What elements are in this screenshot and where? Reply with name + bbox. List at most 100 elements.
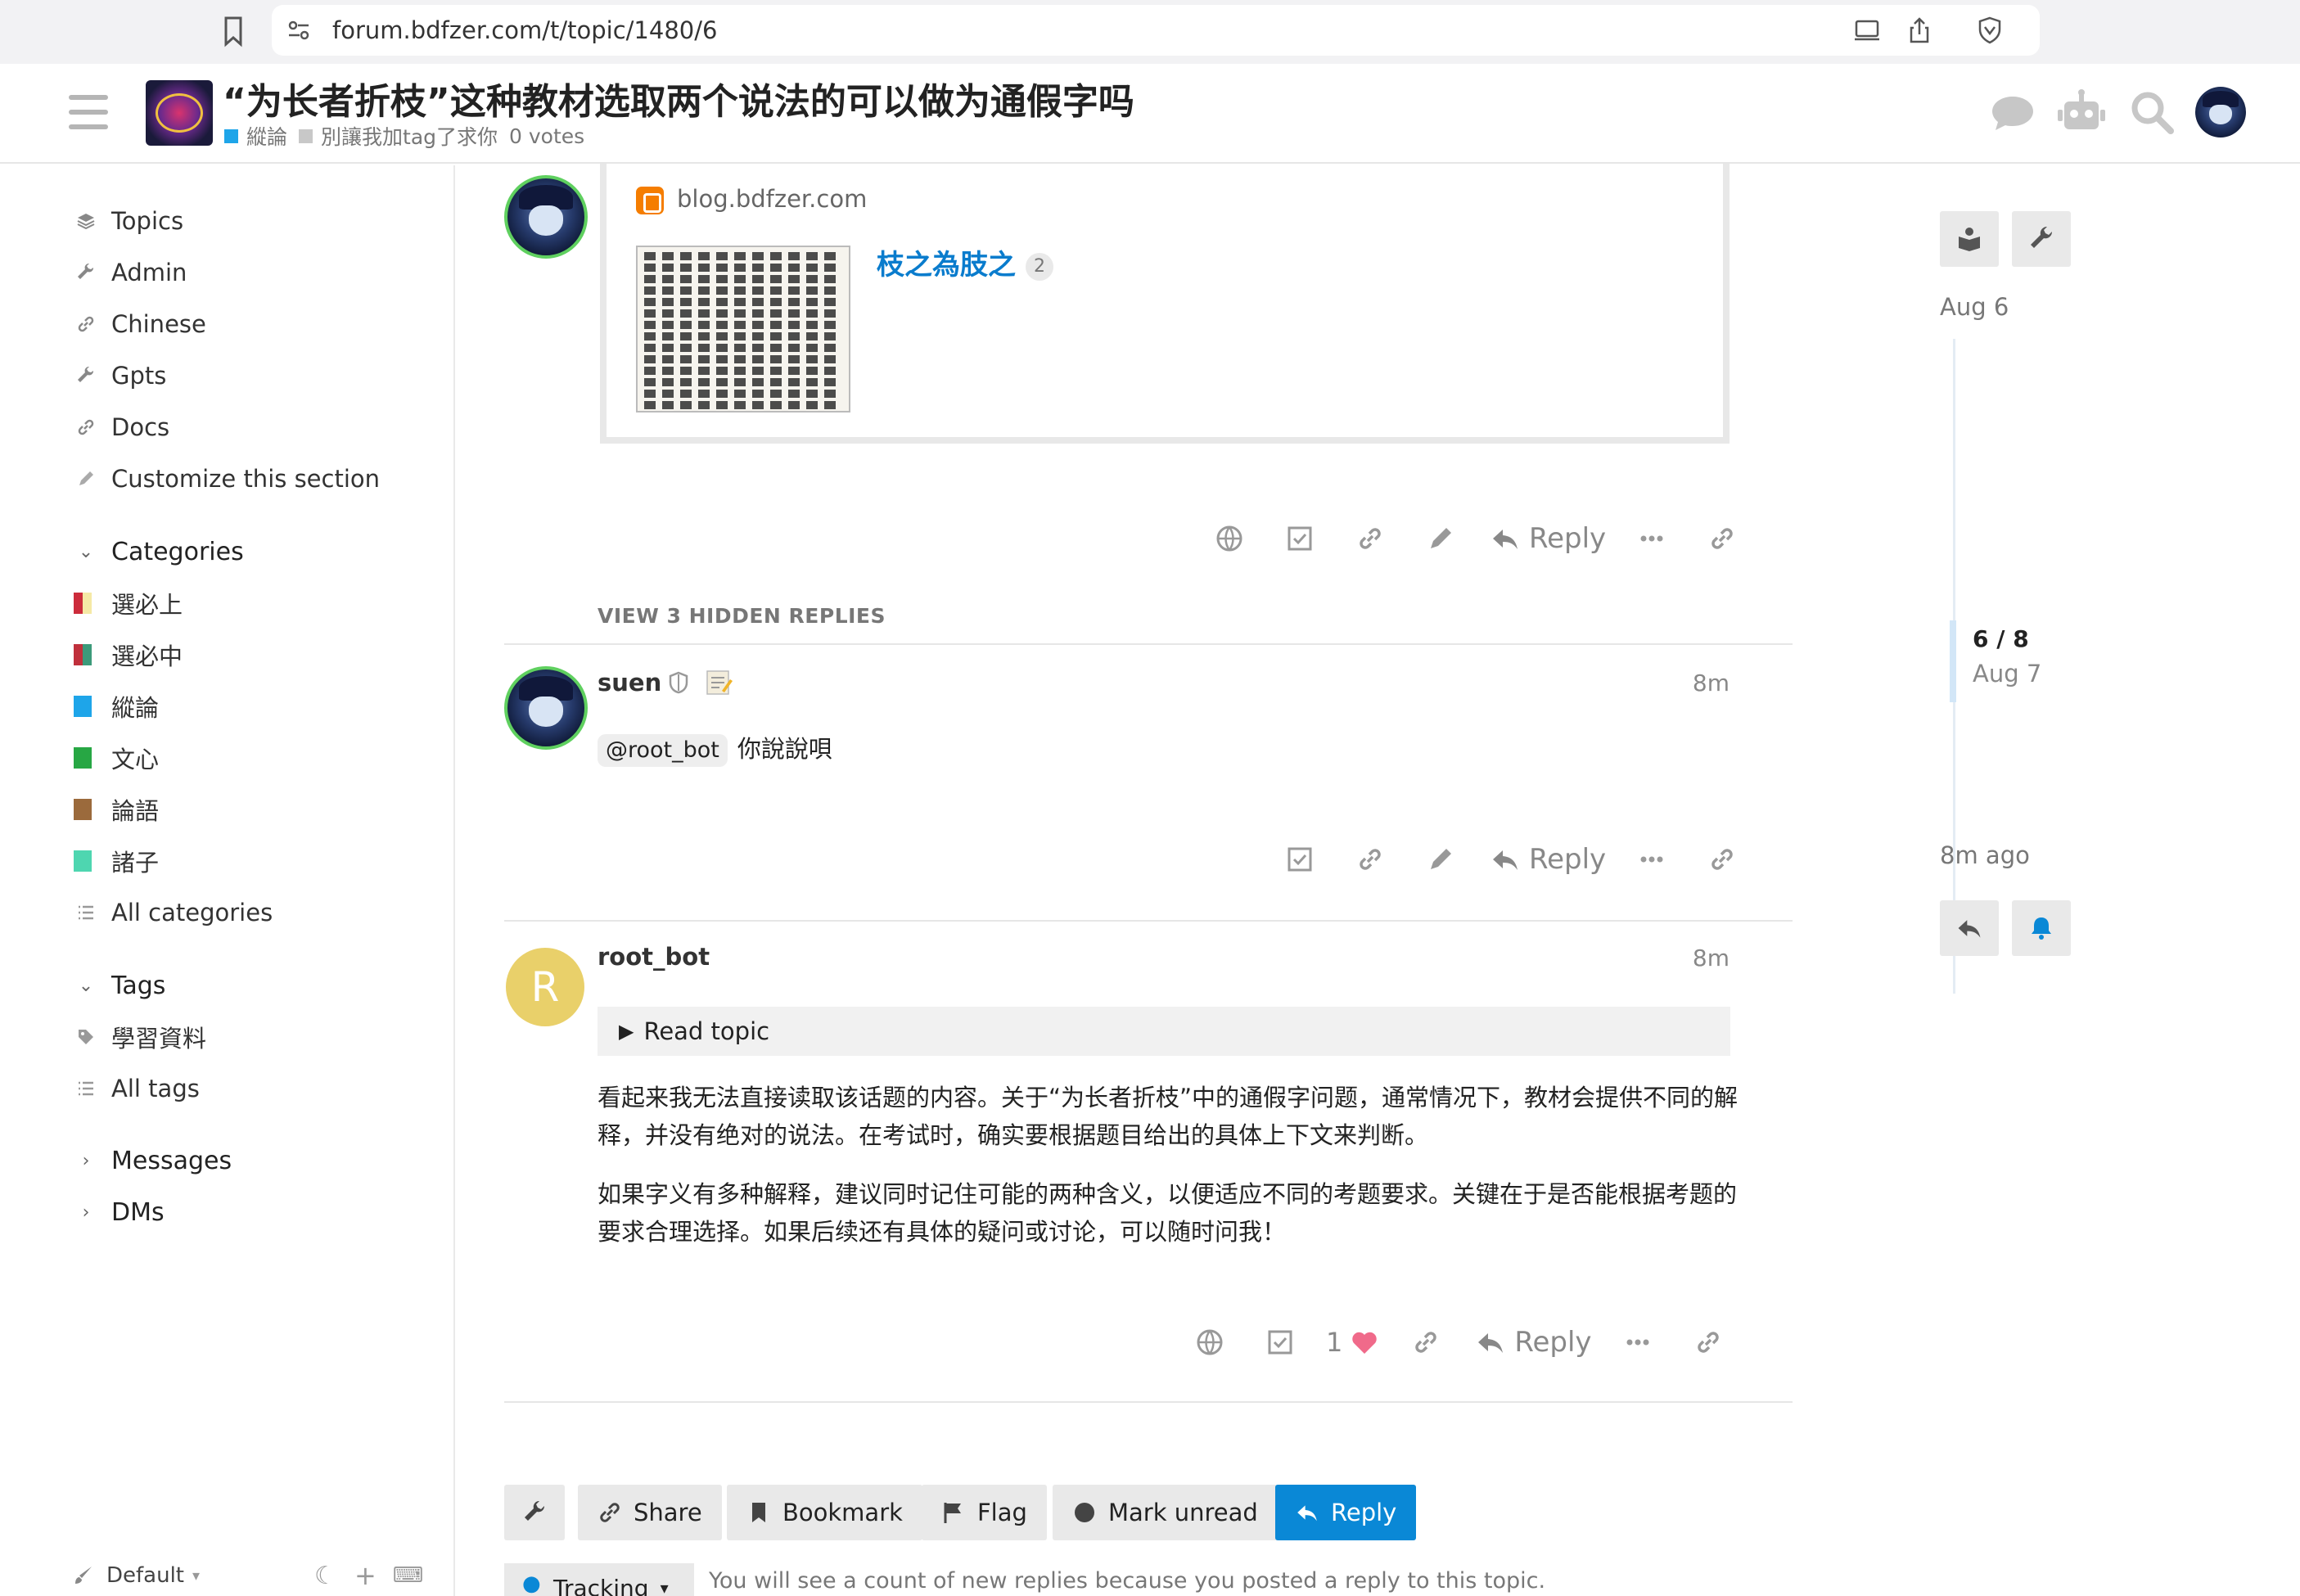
plus-icon[interactable]: + xyxy=(354,1560,377,1591)
copy-link-button[interactable] xyxy=(1401,1318,1450,1367)
memo-icon xyxy=(706,670,733,695)
post-date[interactable]: 8m xyxy=(1693,670,1730,697)
dms-section-toggle[interactable]: › DMs xyxy=(74,1194,165,1230)
timeline-start-date[interactable]: Aug 6 xyxy=(1940,293,2009,321)
share-link-button[interactable] xyxy=(1698,514,1747,563)
tags-section-toggle[interactable]: ⌄ Tags xyxy=(74,967,166,1003)
theme-selector[interactable]: Default xyxy=(106,1563,184,1588)
sidebar-item-customize[interactable]: Customize this section xyxy=(74,461,380,497)
user-avatar[interactable] xyxy=(2195,87,2246,138)
admin-wrench-button[interactable] xyxy=(504,1485,565,1540)
post-text: 你說說唄 xyxy=(737,735,832,763)
timeline-end-date[interactable]: 8m ago xyxy=(1940,841,2030,869)
messages-section-toggle[interactable]: › Messages xyxy=(74,1143,232,1179)
sidebar-tag-study-materials[interactable]: 學習資料 xyxy=(74,1019,206,1055)
share-link-button[interactable] xyxy=(1698,835,1747,884)
sidebar-item-docs[interactable]: Docs xyxy=(74,409,169,445)
translate-button[interactable] xyxy=(1185,1318,1234,1367)
share-link-button[interactable] xyxy=(1684,1318,1733,1367)
post-username[interactable]: root_bot xyxy=(598,943,710,971)
sidebar-category-zonglun[interactable]: 縱論 xyxy=(74,688,159,724)
sidebar-category-wenxin[interactable]: 文心 xyxy=(74,740,159,776)
moon-icon[interactable]: ☾ xyxy=(314,1562,336,1590)
sidebar-item-topics[interactable]: Topics xyxy=(74,203,183,239)
sidebar-item-chinese[interactable]: Chinese xyxy=(74,306,206,342)
share-icon[interactable] xyxy=(1905,16,1933,44)
flag-button[interactable]: Flag xyxy=(922,1485,1047,1540)
chevron-down-icon: ⌄ xyxy=(78,541,94,562)
copy-link-button[interactable] xyxy=(1346,835,1395,884)
chat-icon[interactable] xyxy=(1987,87,2038,138)
timeline-reply-button[interactable] xyxy=(1940,900,1999,956)
solution-button[interactable] xyxy=(1256,1318,1305,1367)
admin-actions-button[interactable] xyxy=(2012,211,2071,267)
hamburger-menu-icon[interactable] xyxy=(69,95,108,129)
timeline-handle[interactable] xyxy=(1950,620,1956,702)
sidebar-item-gpts[interactable]: Gpts xyxy=(74,358,166,394)
post-avatar-letter[interactable]: R xyxy=(506,948,584,1026)
topic-category[interactable]: 縱論 xyxy=(246,121,287,151)
sidebar-all-categories[interactable]: All categories xyxy=(74,895,273,931)
translate-button[interactable] xyxy=(1205,514,1254,563)
onebox-title[interactable]: 枝之為肢之 xyxy=(877,249,1016,282)
search-icon[interactable] xyxy=(2126,87,2177,138)
reply-button[interactable]: Reply xyxy=(1475,1326,1592,1359)
more-button[interactable] xyxy=(1613,1318,1662,1367)
onebox-title-link[interactable]: 枝之為肢之 2 xyxy=(877,242,1053,282)
category-badge-icon xyxy=(74,850,92,872)
onebox-site[interactable]: blog.bdfzer.com xyxy=(677,185,867,213)
topic-title[interactable]: “为长者折枝”这种教材选取两个说法的可以做为通假字吗 xyxy=(223,72,1134,124)
copy-link-button[interactable] xyxy=(1346,514,1395,563)
sidebar-category-lunyu[interactable]: 論語 xyxy=(74,791,159,827)
mention-link[interactable]: @root_bot xyxy=(598,734,728,767)
reply-topic-button[interactable]: Reply xyxy=(1275,1485,1417,1540)
site-settings-icon[interactable] xyxy=(286,18,311,43)
reply-button[interactable]: Reply xyxy=(1490,843,1606,876)
summarize-button[interactable] xyxy=(1940,211,1999,267)
site-logo[interactable] xyxy=(146,80,213,146)
categories-section-toggle[interactable]: ⌄ Categories xyxy=(74,534,244,570)
view-hidden-replies[interactable]: VIEW 3 HIDDEN REPLIES xyxy=(598,604,886,628)
post-actions: 1 Reply xyxy=(1164,1318,1733,1367)
topic-tag[interactable]: 別讓我加tag了求你 xyxy=(321,121,498,151)
mark-unread-button[interactable]: Mark unread xyxy=(1053,1485,1278,1540)
post-date[interactable]: 8m xyxy=(1693,945,1730,972)
keyboard-icon[interactable]: ⌨ xyxy=(393,1563,424,1588)
username-text[interactable]: suen xyxy=(598,669,661,697)
post-username[interactable]: suen xyxy=(598,668,733,697)
sidebar-category-zhuzi[interactable]: 諸子 xyxy=(74,843,159,879)
post-avatar[interactable] xyxy=(504,175,588,259)
tracking-dropdown[interactable]: ● Tracking ▾ xyxy=(504,1563,694,1596)
solution-button[interactable] xyxy=(1275,514,1324,563)
bookmark-icon[interactable] xyxy=(221,15,246,47)
post-avatar[interactable] xyxy=(504,666,588,750)
cast-icon[interactable] xyxy=(1853,16,1881,44)
ellipsis-icon xyxy=(1640,535,1663,542)
brave-shield-icon[interactable] xyxy=(1976,16,2004,44)
edit-button[interactable] xyxy=(1416,514,1465,563)
tags-heading: Tags xyxy=(111,971,166,1000)
edit-button[interactable] xyxy=(1416,835,1465,884)
more-button[interactable] xyxy=(1627,514,1676,563)
robot-icon[interactable] xyxy=(2056,87,2107,138)
sidebar-item-label: 縱論 xyxy=(111,694,160,722)
address-bar[interactable]: forum.bdfzer.com/t/topic/1480/6 xyxy=(272,5,2040,56)
tracking-label: Tracking xyxy=(553,1574,649,1596)
sidebar-category-xuanbishang[interactable]: 選必上 xyxy=(74,585,183,621)
details-toggle[interactable]: ▶ Read topic xyxy=(598,1007,1730,1056)
browser-toolbar: forum.bdfzer.com/t/topic/1480/6 xyxy=(0,0,2300,64)
onebox-thumbnail[interactable] xyxy=(636,246,850,413)
onebox-preview: blog.bdfzer.com 枝之為肢之 2 xyxy=(600,164,1730,444)
url-text[interactable]: forum.bdfzer.com/t/topic/1480/6 xyxy=(332,16,717,44)
like-button[interactable]: 1 xyxy=(1326,1327,1380,1358)
share-button[interactable]: Share xyxy=(578,1485,722,1540)
sidebar-item-admin[interactable]: Admin xyxy=(74,255,187,291)
timeline-notification-button[interactable] xyxy=(2012,900,2071,956)
more-button[interactable] xyxy=(1627,835,1676,884)
username-text[interactable]: root_bot xyxy=(598,943,710,971)
sidebar-category-xuanbizhong[interactable]: 選必中 xyxy=(74,637,183,673)
sidebar-all-tags[interactable]: All tags xyxy=(74,1071,200,1107)
solution-button[interactable] xyxy=(1275,835,1324,884)
bookmark-button[interactable]: Bookmark xyxy=(727,1485,922,1540)
reply-button[interactable]: Reply xyxy=(1490,522,1606,555)
